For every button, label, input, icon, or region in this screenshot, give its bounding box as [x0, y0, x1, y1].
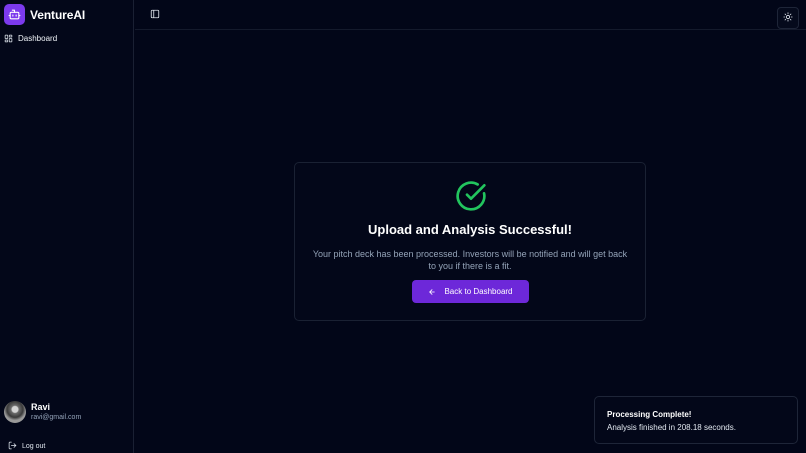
user-email: ravi@gmail.com [31, 413, 82, 421]
sidebar-toggle-button[interactable] [149, 9, 161, 21]
sidebar-item-dashboard[interactable]: Dashboard [4, 32, 57, 45]
user-profile[interactable]: Ravi ravi@gmail.com [4, 401, 81, 423]
toast-title: Processing Complete! [607, 410, 692, 419]
user-name: Ravi [31, 401, 51, 412]
panel-left-icon [150, 6, 160, 24]
logout-button[interactable]: Log out [8, 437, 45, 453]
success-card: Upload and Analysis Successful! Your pit… [294, 162, 646, 321]
toast-message: Analysis finished in 208.18 seconds. [607, 423, 736, 432]
arrow-left-icon [428, 284, 436, 299]
app-name: VentureAI [30, 7, 86, 22]
top-bar [135, 0, 806, 30]
sun-icon [783, 9, 793, 27]
robot-logo-icon [4, 4, 25, 25]
success-message: Your pitch deck has been processed. Inve… [312, 249, 628, 271]
back-to-dashboard-button[interactable]: Back to Dashboard [412, 280, 529, 303]
sidebar: VentureAI Dashboard Ravi ravi@gmail.com [0, 0, 134, 453]
success-title: Upload and Analysis Successful! [368, 222, 572, 237]
logout-icon [8, 437, 17, 453]
avatar [4, 401, 26, 423]
sidebar-item-label: Dashboard [18, 34, 58, 43]
back-button-label: Back to Dashboard [444, 287, 513, 296]
theme-toggle-button[interactable] [777, 7, 799, 29]
toast-notification[interactable]: Processing Complete! Analysis finished i… [594, 396, 798, 444]
brand[interactable]: VentureAI [4, 4, 85, 25]
logout-label: Log out [22, 442, 46, 450]
grid-icon [4, 30, 13, 48]
check-circle-icon [455, 180, 487, 212]
